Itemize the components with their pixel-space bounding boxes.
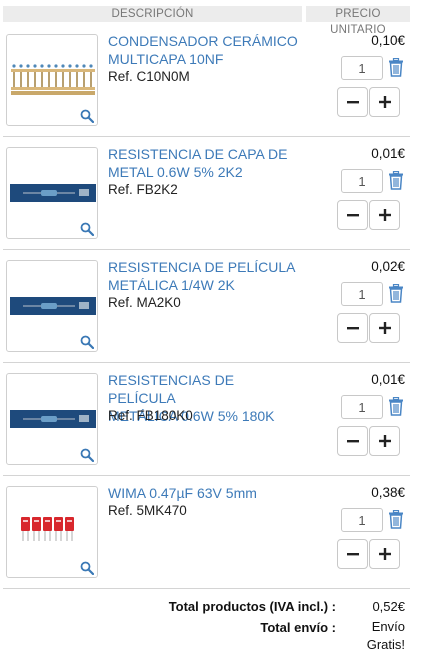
quantity-input[interactable] bbox=[341, 56, 383, 80]
cart-item-row: RESISTENCIAS DE PELÍCULA METÁLICA 0.6W 5… bbox=[0, 363, 432, 476]
unit-price: 0,02€ bbox=[371, 259, 405, 274]
zoom-icon[interactable] bbox=[80, 561, 94, 575]
minus-icon bbox=[346, 214, 359, 217]
column-header-unit-price: PRECIO UNITARIO bbox=[306, 6, 410, 36]
increase-quantity-button[interactable] bbox=[369, 313, 400, 343]
product-reference: Ref. 5MK470 bbox=[108, 503, 187, 518]
unit-price: 0,01€ bbox=[371, 146, 405, 161]
product-title-line: RESISTENCIAS DE PELÍCULA bbox=[108, 372, 235, 406]
minus-icon bbox=[346, 327, 359, 330]
product-thumbnail[interactable] bbox=[6, 486, 98, 578]
total-shipping-label: Total envío : bbox=[260, 620, 336, 635]
increase-quantity-button[interactable] bbox=[369, 87, 400, 117]
total-products-label: Total productos (IVA incl.) : bbox=[168, 599, 336, 614]
minus-icon bbox=[346, 101, 359, 104]
shipping-value-line: Gratis! bbox=[366, 637, 405, 652]
cart-item-row: WIMA 0.47µF 63V 5mm Ref. 5MK470 0,38€ bbox=[0, 476, 432, 589]
minus-icon bbox=[346, 553, 359, 556]
trash-icon[interactable] bbox=[388, 58, 404, 77]
quantity-input[interactable] bbox=[341, 282, 383, 306]
product-title-line: RESISTENCIA DE PELÍCULA bbox=[108, 259, 296, 275]
decrease-quantity-button[interactable] bbox=[337, 313, 368, 343]
product-thumbnail[interactable] bbox=[6, 373, 98, 465]
product-reference: Ref. MA2K0 bbox=[108, 295, 181, 310]
product-reference: Ref. FB180K0 bbox=[108, 408, 193, 423]
decrease-quantity-button[interactable] bbox=[337, 539, 368, 569]
product-title-line: MULTICAPA 10nF bbox=[108, 51, 224, 67]
trash-icon[interactable] bbox=[388, 284, 404, 303]
unit-price: 0,01€ bbox=[371, 372, 405, 387]
trash-icon[interactable] bbox=[388, 510, 404, 529]
quantity-input[interactable] bbox=[341, 395, 383, 419]
product-title-line: CONDENSADOR CERÁMICO bbox=[108, 33, 298, 49]
unit-price: 0,38€ bbox=[371, 485, 405, 500]
total-products-value: 0,52€ bbox=[372, 599, 405, 614]
trash-icon[interactable] bbox=[388, 397, 404, 416]
plus-icon bbox=[378, 322, 391, 334]
increase-quantity-button[interactable] bbox=[369, 200, 400, 230]
minus-icon bbox=[346, 440, 359, 443]
quantity-input[interactable] bbox=[341, 169, 383, 193]
decrease-quantity-button[interactable] bbox=[337, 200, 368, 230]
product-title-line: METÁLICA 1/4W 2K bbox=[108, 277, 235, 293]
row-divider bbox=[3, 588, 410, 589]
increase-quantity-button[interactable] bbox=[369, 539, 400, 569]
shipping-value-line: Envío bbox=[371, 619, 405, 634]
decrease-quantity-button[interactable] bbox=[337, 426, 368, 456]
cart-item-row: RESISTENCIA DE CAPA DE METAL 0.6W 5% 2K2… bbox=[0, 137, 432, 250]
product-reference: Ref. FB2K2 bbox=[108, 182, 178, 197]
product-title-link[interactable]: RESISTENCIA DE CAPA DE METAL 0.6W 5% 2K2 bbox=[108, 145, 304, 181]
total-shipping-value: Envío Gratis! bbox=[367, 618, 405, 654]
product-thumbnail[interactable] bbox=[6, 34, 98, 126]
cart-table-header: DESCRIPCIÓN PRECIO UNITARIO bbox=[0, 6, 432, 36]
plus-icon bbox=[378, 548, 391, 560]
increase-quantity-button[interactable] bbox=[369, 426, 400, 456]
cart-item-row: RESISTENCIA DE PELÍCULA METÁLICA 1/4W 2K… bbox=[0, 250, 432, 363]
cart-item-row: CONDENSADOR CERÁMICO MULTICAPA 10nF Ref.… bbox=[0, 24, 432, 137]
zoom-icon[interactable] bbox=[80, 335, 94, 349]
product-thumbnail[interactable] bbox=[6, 147, 98, 239]
plus-icon bbox=[378, 435, 391, 447]
product-title-link[interactable]: RESISTENCIA DE PELÍCULA METÁLICA 1/4W 2K bbox=[108, 258, 304, 294]
unit-price: 0,10€ bbox=[371, 33, 405, 48]
product-reference: Ref. C10N0M bbox=[108, 69, 190, 84]
column-header-description: DESCRIPCIÓN bbox=[3, 6, 302, 22]
quantity-input[interactable] bbox=[341, 508, 383, 532]
trash-icon[interactable] bbox=[388, 171, 404, 190]
product-title-link[interactable]: WIMA 0.47µF 63V 5mm bbox=[108, 484, 304, 502]
zoom-icon[interactable] bbox=[80, 222, 94, 236]
product-thumbnail[interactable] bbox=[6, 260, 98, 352]
zoom-icon[interactable] bbox=[80, 448, 94, 462]
product-title-link[interactable]: CONDENSADOR CERÁMICO MULTICAPA 10nF bbox=[108, 32, 304, 68]
plus-icon bbox=[378, 96, 391, 108]
plus-icon bbox=[378, 209, 391, 221]
decrease-quantity-button[interactable] bbox=[337, 87, 368, 117]
product-title-line: RESISTENCIA DE CAPA DE bbox=[108, 146, 288, 162]
product-title-line: METAL 0.6W 5% 2K2 bbox=[108, 164, 243, 180]
product-title-line: WIMA 0.47µF 63V 5mm bbox=[108, 485, 257, 501]
zoom-icon[interactable] bbox=[80, 109, 94, 123]
